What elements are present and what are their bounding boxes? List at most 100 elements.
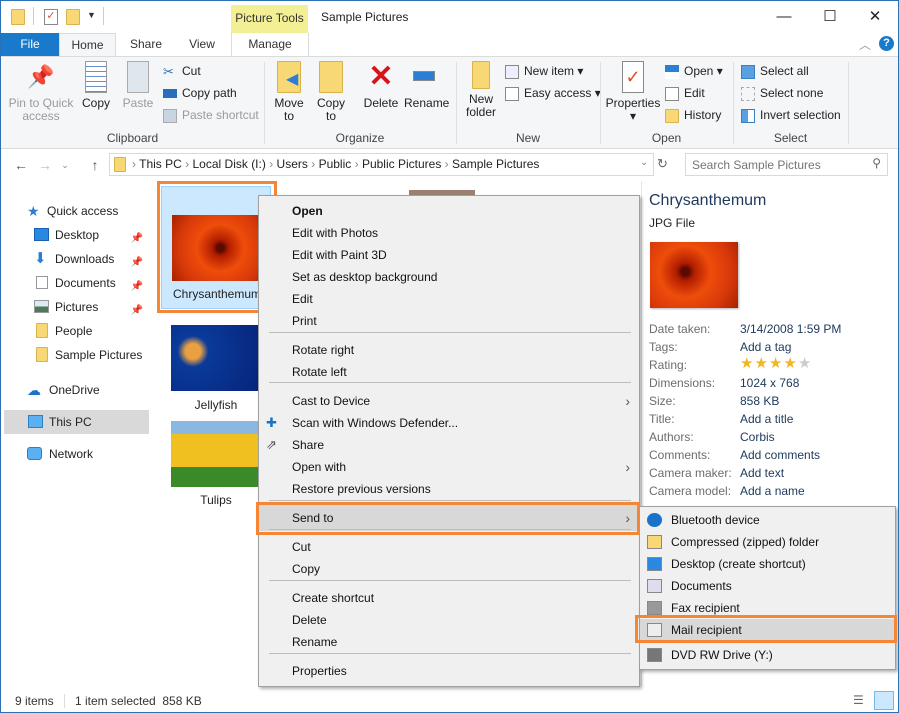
rename-button[interactable]: Rename [404, 61, 449, 110]
sidebar-item-pictures[interactable]: Pictures 📌 [1, 296, 149, 318]
context-menu-item[interactable]: Restore previous versions [259, 478, 639, 500]
crumb-local-disk[interactable]: Local Disk (I:) [193, 157, 266, 171]
sidebar-item-onedrive[interactable]: ☁ OneDrive [1, 379, 149, 401]
context-menu-item[interactable]: Create shortcut [259, 587, 639, 609]
property-value[interactable]: 858 KB [740, 392, 779, 410]
open-button[interactable]: Open ▾ [665, 61, 723, 81]
details-view-button[interactable]: ☰ [853, 693, 864, 707]
crumb-sample-pictures[interactable]: Sample Pictures [452, 157, 539, 171]
context-menu-item[interactable]: ✚ Scan with Windows Defender... [259, 412, 639, 434]
star-icon[interactable]: ★ [769, 355, 783, 372]
property-value[interactable]: Add comments [740, 446, 820, 464]
jellyfish-thumbnail[interactable] [171, 325, 259, 391]
star-icon[interactable]: ★ [783, 355, 797, 372]
send-to-item[interactable]: Desktop (create shortcut) [640, 553, 895, 575]
customize-toolbar-icon[interactable]: ▼ [87, 10, 96, 20]
properties-icon[interactable]: ✓ [44, 9, 58, 25]
context-menu-item[interactable]: Open [259, 200, 639, 222]
large-icons-view-button[interactable] [874, 691, 894, 710]
crumb-this-pc[interactable]: This PC [139, 157, 182, 171]
context-menu-item[interactable]: Cast to Device › [259, 390, 639, 412]
property-value[interactable]: Add text [740, 464, 784, 482]
context-menu-item[interactable]: Edit with Photos [259, 222, 639, 244]
star-icon[interactable]: ★ [740, 355, 754, 372]
context-menu-item[interactable]: Copy [259, 558, 639, 580]
new-folder-icon[interactable] [66, 9, 80, 25]
search-box[interactable]: ⚲ [685, 153, 888, 176]
property-value[interactable]: Add a tag [740, 338, 791, 356]
context-menu-item[interactable]: Rename [259, 631, 639, 653]
pin-icon[interactable]: 📌 [131, 252, 143, 274]
send-to-item[interactable]: DVD RW Drive (Y:) [640, 644, 895, 666]
up-button[interactable]: ↑ [85, 155, 105, 175]
context-menu-item[interactable]: Edit [259, 288, 639, 310]
search-input[interactable] [692, 156, 862, 173]
delete-button[interactable]: ✕ Delete [361, 61, 401, 110]
recent-locations-button[interactable]: ⌄ [55, 155, 75, 175]
star-icon[interactable]: ★ [754, 355, 768, 372]
sidebar-item-desktop[interactable]: Desktop 📌 [1, 224, 149, 246]
star-icon[interactable]: ★ [798, 355, 812, 372]
property-value[interactable]: Add a title [740, 410, 793, 428]
minimize-button[interactable]: — [761, 1, 807, 32]
property-value[interactable]: 3/14/2008 1:59 PM [740, 320, 841, 338]
close-button[interactable]: ✕ [852, 1, 898, 32]
search-icon[interactable]: ⚲ [872, 156, 881, 170]
property-value[interactable]: Corbis [740, 428, 775, 446]
refresh-button[interactable]: ↻ [657, 156, 668, 172]
address-bar[interactable]: › This PC › Local Disk (I:) › Users › Pu… [109, 153, 654, 176]
pin-to-quick-access-button[interactable]: 📌 Pin to Quick access [7, 61, 75, 123]
tab-manage[interactable]: Manage [232, 33, 308, 57]
select-none-button[interactable]: Select none [741, 83, 823, 103]
sidebar-item-network[interactable]: Network [1, 443, 149, 465]
context-menu-item[interactable]: Rotate left [259, 361, 639, 383]
copy-to-button[interactable]: Copy to [313, 61, 349, 123]
sidebar-item-quick-access[interactable]: ★ Quick access [1, 200, 149, 222]
paste-shortcut-button[interactable]: Paste shortcut [163, 105, 259, 125]
context-menu-item[interactable]: Print [259, 310, 639, 332]
folder-icon[interactable] [11, 9, 25, 25]
tulips-thumbnail[interactable] [171, 421, 259, 487]
crumb-public-pictures[interactable]: Public Pictures [362, 157, 441, 171]
address-dropdown-icon[interactable]: ⌄ [640, 157, 648, 168]
sidebar-item-sample-pictures[interactable]: Sample Pictures [1, 344, 149, 366]
easy-access-button[interactable]: Easy access ▾ [505, 83, 601, 103]
properties-button[interactable]: ✓ Properties ▾ [605, 61, 661, 123]
sidebar-item-this-pc[interactable]: This PC [4, 410, 149, 434]
context-menu-item[interactable]: Delete [259, 609, 639, 631]
forward-button[interactable]: → [35, 155, 55, 175]
new-item-button[interactable]: New item ▾ [505, 61, 583, 81]
pin-icon[interactable]: 📌 [131, 300, 143, 322]
collapse-ribbon-icon[interactable]: ︿ [859, 36, 871, 53]
pin-icon[interactable]: 📌 [131, 276, 143, 298]
send-to-item[interactable]: Bluetooth device [640, 509, 895, 531]
help-icon[interactable]: ? [879, 36, 894, 51]
cut-button[interactable]: ✂ Cut [163, 61, 201, 81]
context-menu-item[interactable]: Open with › [259, 456, 639, 478]
context-menu-item[interactable]: ⇗ Share [259, 434, 639, 456]
invert-selection-button[interactable]: Invert selection [741, 105, 841, 125]
file-name[interactable]: Tulips [161, 493, 271, 507]
tab-share[interactable]: Share [121, 33, 171, 57]
sidebar-item-people[interactable]: People [1, 320, 149, 342]
rating-stars[interactable]: ★★★★★ [740, 355, 812, 373]
new-folder-button[interactable]: New folder [461, 61, 501, 119]
crumb-public[interactable]: Public [319, 157, 352, 171]
context-menu-item[interactable]: Properties [259, 660, 639, 682]
tab-home[interactable]: Home [59, 33, 116, 57]
paste-button[interactable]: Paste [120, 61, 156, 110]
file-name[interactable]: Jellyfish [161, 398, 271, 412]
tab-view[interactable]: View [177, 33, 227, 57]
context-menu-item[interactable]: Set as desktop background [259, 266, 639, 288]
edit-button[interactable]: Edit [665, 83, 705, 103]
copy-button[interactable]: Copy [79, 61, 113, 110]
back-button[interactable]: ← [11, 155, 31, 175]
context-menu-item[interactable]: Cut [259, 536, 639, 558]
send-to-item[interactable]: Compressed (zipped) folder [640, 531, 895, 553]
copy-path-button[interactable]: Copy path [163, 83, 237, 103]
sidebar-item-downloads[interactable]: ⬇ Downloads 📌 [1, 248, 149, 270]
pin-icon[interactable]: 📌 [131, 228, 143, 250]
property-value[interactable]: Add a name [740, 482, 805, 500]
crumb-users[interactable]: Users [277, 157, 308, 171]
move-to-button[interactable]: ◀ Move to [271, 61, 307, 123]
